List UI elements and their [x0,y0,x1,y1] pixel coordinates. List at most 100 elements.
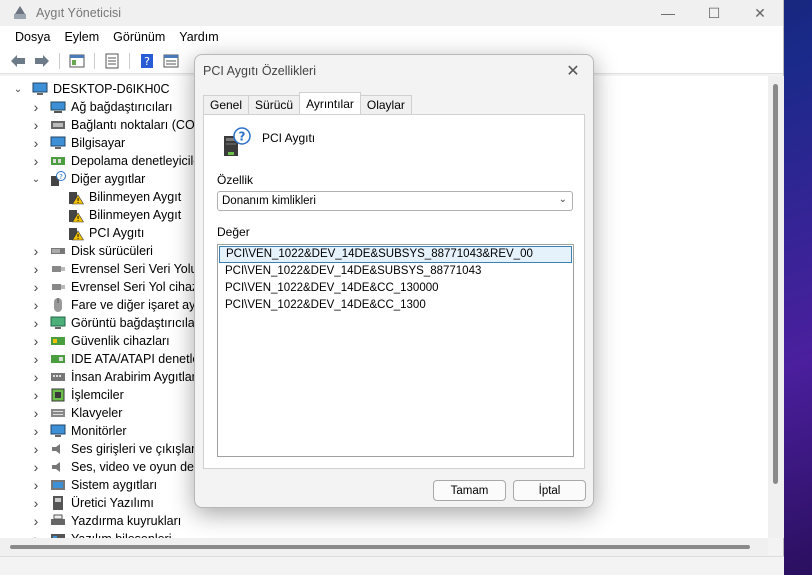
maximize-button[interactable]: ☐ [691,0,737,26]
chevron-right-icon[interactable]: › [30,261,42,277]
chevron-down-icon[interactable]: ⌄ [30,173,42,185]
chevron-right-icon[interactable]: › [30,369,42,385]
svg-text:?: ? [239,130,246,144]
forward-button[interactable] [32,52,52,70]
tree-item[interactable]: › İşlemciler [30,386,124,404]
dialog-close-button[interactable]: ✕ [563,61,583,81]
svg-text:?: ? [144,55,150,68]
window-controls: — ☐ ✕ [645,0,783,26]
tree-item[interactable]: › Evrensel Seri Veri Yolu de [30,260,215,278]
unknown-device-icon: ? [221,126,251,161]
vertical-scrollbar[interactable] [768,76,784,538]
warning-device-icon [68,189,84,205]
menu-view[interactable]: Görünüm [106,30,172,44]
tree-item[interactable]: › Ağ bağdaştırıcıları [30,98,173,116]
chevron-right-icon[interactable]: › [30,459,42,475]
tree-item[interactable]: › Klavyeler [30,404,123,422]
chevron-down-icon[interactable]: ⌄ [559,194,567,205]
tree-item[interactable]: › Fare ve diğer işaret aygıt [30,296,210,314]
tree-item[interactable]: › İnsan Arabirim Aygıtları [30,368,200,386]
value-list-item[interactable]: PCI\VEN_1022&DEV_14DE&CC_130000 [219,280,572,297]
tree-item-label: Ağ bağdaştırıcıları [71,100,173,114]
tree-item[interactable]: › Bağlantı noktaları (COM [30,116,205,134]
tree-item[interactable]: Bilinmeyen Aygıt [48,188,181,206]
tree-item[interactable]: ›Yazılım bileşenleri [30,530,172,538]
tree-item-label: Yazdırma kuyrukları [71,514,182,528]
unknown-device-icon: ? [50,171,66,187]
tree-item[interactable]: ⌄? Diğer aygıtlar [30,170,145,188]
tree-item[interactable]: › Evrensel Seri Yol cihazlar [30,278,212,296]
chevron-right-icon[interactable]: › [30,351,42,367]
tree-item[interactable]: Bilinmeyen Aygıt [48,206,181,224]
ok-button[interactable]: Tamam [433,480,506,501]
tree-item[interactable]: › Ses girişleri ve çıkışları [30,440,199,458]
property-select-value: Donanım kimlikleri [222,195,316,207]
computer-icon [32,81,48,97]
tree-item[interactable]: › Sistem aygıtları [30,476,157,494]
tree-item[interactable]: PCI Aygıtı [48,224,144,242]
speaker-icon [50,459,66,475]
chevron-right-icon[interactable]: › [30,279,42,295]
menu-file[interactable]: Dosya [8,30,57,44]
value-list[interactable]: PCI\VEN_1022&DEV_14DE&SUBSYS_88771043&RE… [217,244,574,457]
properties-dialog: PCI Aygıtı Özellikleri ✕ Genel Sürücü Ay… [194,54,594,508]
chevron-right-icon[interactable]: › [30,387,42,403]
menu-help[interactable]: Yardım [172,30,225,44]
chevron-right-icon[interactable]: › [30,135,42,151]
tab-events[interactable]: Olaylar [359,95,412,114]
close-button[interactable]: ✕ [737,0,783,26]
tab-details[interactable]: Ayrıntılar [299,92,361,114]
tree-item[interactable]: › Görüntü bağdaştırıcıları [30,314,203,332]
chevron-right-icon[interactable]: › [30,477,42,493]
back-button[interactable] [8,52,28,70]
tree-item[interactable]: › Bilgisayar [30,134,126,152]
value-list-item[interactable]: PCI\VEN_1022&DEV_14DE&CC_1300 [219,297,572,314]
chevron-right-icon[interactable]: › [30,423,42,439]
horizontal-scrollbar[interactable] [0,538,768,556]
tab-general[interactable]: Genel [203,95,250,114]
minimize-button[interactable]: — [645,0,691,26]
tree-root[interactable]: ⌄ DESKTOP-D6IKH0C [12,80,170,98]
tree-item[interactable]: › Disk sürücüleri [30,242,153,260]
tree-item[interactable]: › Ses, video ve oyun dene [30,458,208,476]
disk-drive-icon [50,243,66,259]
menu-action[interactable]: Eylem [57,30,106,44]
chevron-right-icon[interactable]: › [30,495,42,511]
tab-driver[interactable]: Sürücü [248,95,301,114]
network-adapter-icon [50,99,66,115]
svg-text:?: ? [59,173,63,181]
action-pane-button[interactable] [161,52,181,70]
chevron-right-icon[interactable]: › [30,315,42,331]
tree-item[interactable]: › Depolama denetleyiciler [30,152,205,170]
tree-item[interactable]: › Güvenlik cihazları [30,332,170,350]
speaker-icon [50,441,66,457]
tree-item-label: Evrensel Seri Yol cihazlar [71,280,213,294]
chevron-right-icon[interactable]: › [30,99,42,115]
chevron-right-icon[interactable]: › [30,117,42,133]
value-list-item-selected[interactable]: PCI\VEN_1022&DEV_14DE&SUBSYS_88771043&RE… [219,246,572,263]
chevron-right-icon[interactable]: › [30,333,42,349]
chevron-right-icon[interactable]: › [30,513,42,529]
chevron-right-icon[interactable]: › [30,243,42,259]
mouse-icon [50,297,66,313]
ide-controller-icon [50,351,66,367]
cancel-button[interactable]: İptal [513,480,586,501]
tree-item[interactable]: › IDE ATA/ATAPI denetley [30,350,206,368]
vertical-scrollbar-thumb[interactable] [773,84,778,484]
tree-item-label: Bilinmeyen Aygıt [89,190,182,204]
tree-item[interactable]: › Üretici Yazılımı [30,494,154,512]
tree-item-label: Görüntü bağdaştırıcıları [71,316,203,330]
chevron-right-icon[interactable]: › [30,153,42,169]
chevron-right-icon[interactable]: › [30,297,42,313]
tree-item[interactable]: › Monitörler [30,422,127,440]
value-list-item[interactable]: PCI\VEN_1022&DEV_14DE&SUBSYS_88771043 [219,263,572,280]
show-hide-console-tree-button[interactable] [67,52,87,70]
chevron-right-icon[interactable]: › [30,405,42,421]
chevron-right-icon[interactable]: › [30,441,42,457]
tree-item[interactable]: › Yazdırma kuyrukları [30,512,182,530]
property-select[interactable]: Donanım kimlikleri ⌄ [217,191,573,211]
chevron-down-icon[interactable]: ⌄ [12,83,24,95]
properties-button[interactable] [102,52,122,70]
help-button[interactable]: ? [137,52,157,70]
horizontal-scrollbar-thumb[interactable] [10,545,750,549]
